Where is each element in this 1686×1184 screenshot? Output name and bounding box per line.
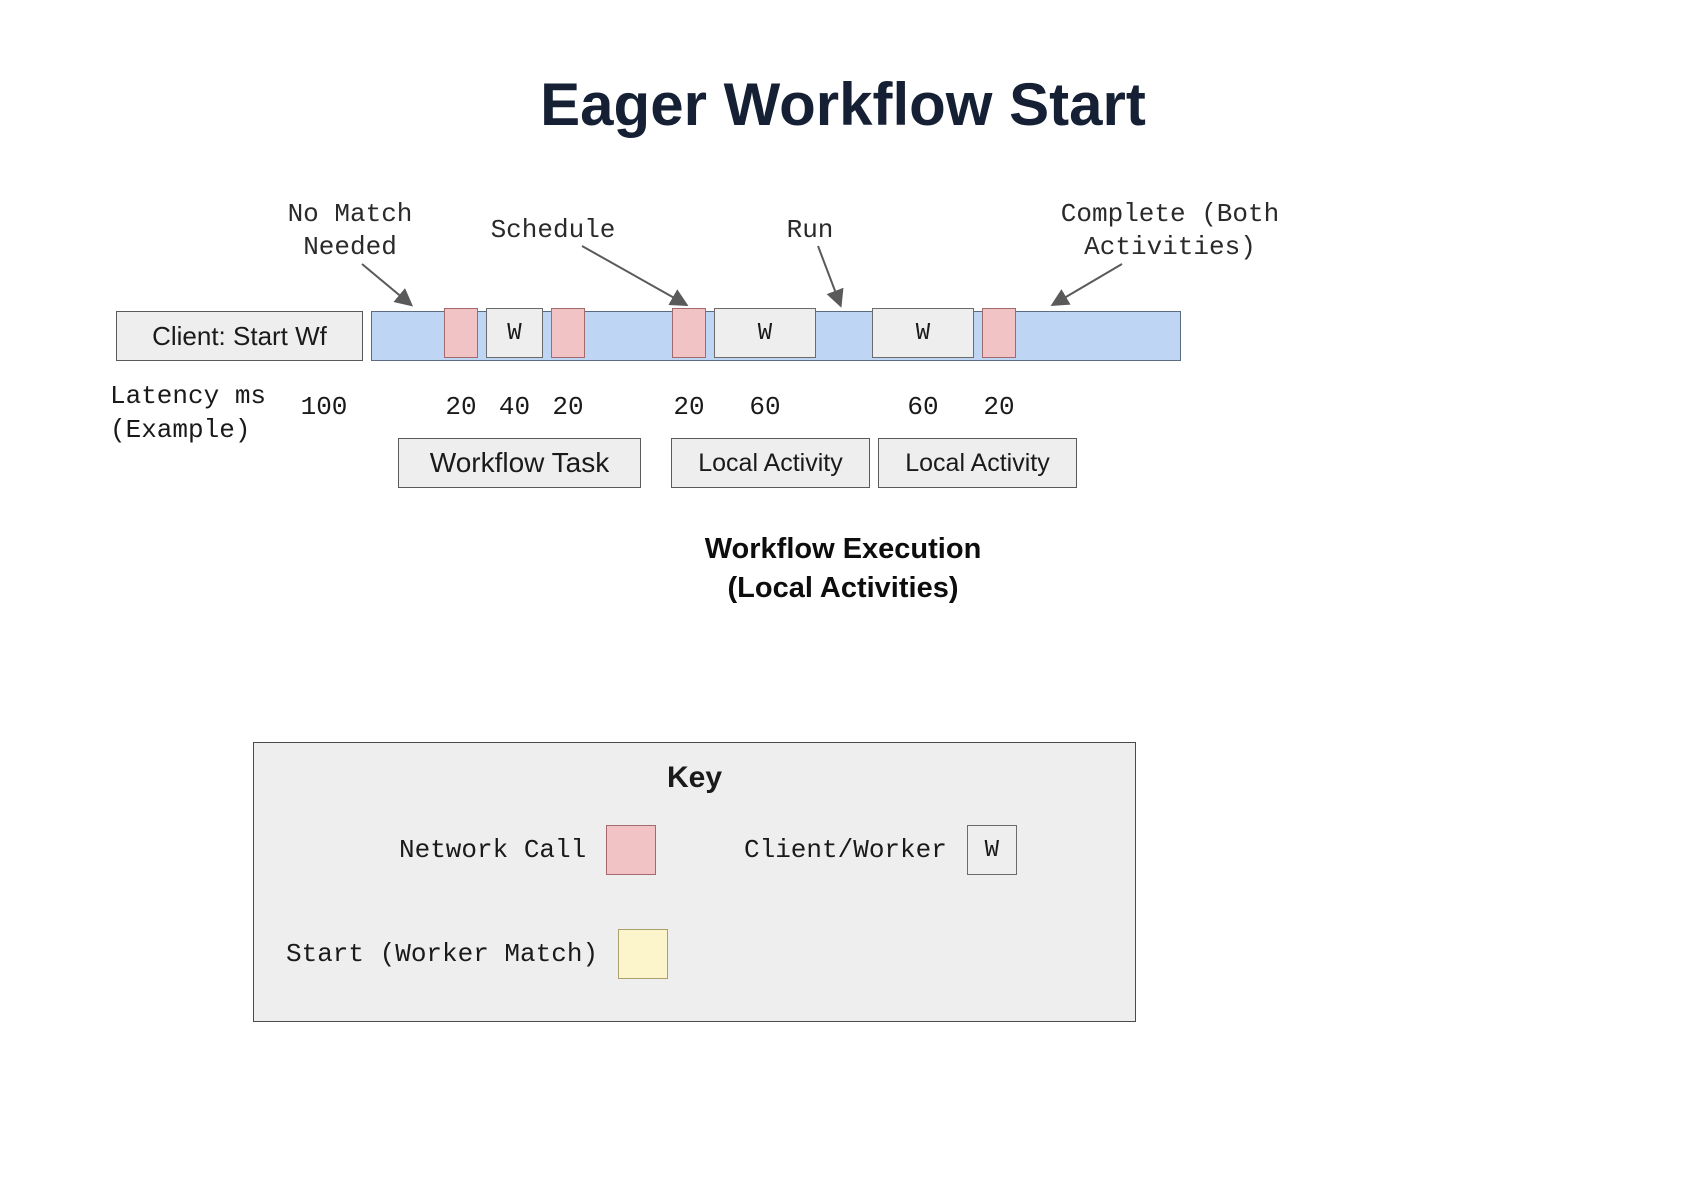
segment-worker: W: [486, 308, 543, 358]
segment-worker: W: [872, 308, 974, 358]
latency-value: 20: [664, 392, 714, 422]
segment-network-call: [672, 308, 706, 358]
arrow-no-match: [362, 264, 410, 304]
latency-value: 40: [490, 392, 540, 422]
group-workflow-task: Workflow Task: [398, 438, 641, 488]
latency-axis-label: Latency ms(Example): [110, 380, 266, 448]
annotation-complete: Complete (BothActivities): [1040, 198, 1300, 263]
segment-network-call: [982, 308, 1016, 358]
diagram-title: Eager Workflow Start: [0, 70, 1686, 139]
annotation-schedule: Schedule: [478, 214, 628, 247]
legend-label-start: Start (Worker Match): [286, 939, 598, 969]
client-start-box: Client: Start Wf: [116, 311, 363, 361]
legend-label-network-call: Network Call: [399, 835, 586, 865]
annotation-no-match: No MatchNeeded: [260, 198, 440, 263]
legend-title: Key: [254, 761, 1135, 795]
diagram-canvas: Eager Workflow Start No MatchNeeded Sche…: [0, 0, 1686, 1184]
legend-box: Key Network Call Client/Worker W Start (…: [253, 742, 1136, 1022]
legend-swatch-start: [618, 929, 668, 979]
annotation-run: Run: [770, 214, 850, 247]
group-local-activity-2: Local Activity: [878, 438, 1077, 488]
latency-value: 20: [543, 392, 593, 422]
segment-worker: W: [714, 308, 816, 358]
latency-value: 20: [436, 392, 486, 422]
latency-value: 20: [974, 392, 1024, 422]
arrow-schedule: [582, 246, 685, 304]
segment-network-call: [444, 308, 478, 358]
legend-label-client-worker: Client/Worker: [744, 835, 947, 865]
segment-network-call: [551, 308, 585, 358]
arrow-run: [818, 246, 840, 304]
legend-swatch-network-call: [606, 825, 656, 875]
latency-value: 60: [740, 392, 790, 422]
diagram-subtitle: Workflow Execution(Local Activities): [0, 530, 1686, 608]
latency-client: 100: [294, 392, 354, 422]
legend-swatch-client-worker: W: [967, 825, 1017, 875]
latency-value: 60: [898, 392, 948, 422]
group-local-activity-1: Local Activity: [671, 438, 870, 488]
arrow-complete: [1054, 264, 1122, 304]
